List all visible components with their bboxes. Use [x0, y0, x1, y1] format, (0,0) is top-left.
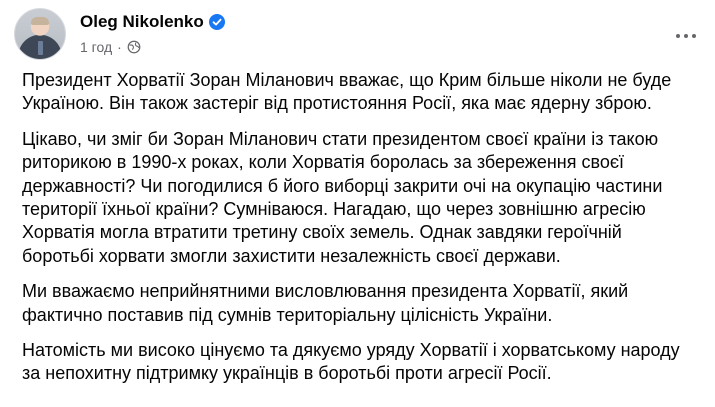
more-dot — [676, 34, 680, 38]
text-line: Ми вважаємо неприйнятними висловлювання … — [22, 281, 629, 302]
text-line: риторикою в 1990-х роках, коли Хорватія … — [22, 152, 625, 173]
text-line: фактично поставив під сумнів територіаль… — [22, 304, 553, 325]
text-line: Цікаво, чи зміг би Зоран Міланович стати… — [22, 128, 659, 149]
more-dot — [684, 34, 688, 38]
text-line: державності? Чи погодилися б його виборц… — [22, 175, 663, 196]
globe-icon[interactable] — [127, 40, 141, 54]
avatar-tie — [38, 41, 43, 55]
text-line: Натомість ми високо цінуємо та дякуємо у… — [22, 340, 680, 361]
avatar-hair — [31, 17, 49, 25]
post-paragraph: Натомість ми високо цінуємо та дякуємо у… — [22, 339, 707, 386]
post-paragraph: Ми вважаємо неприйнятними висловлювання … — [22, 280, 707, 327]
post-header: Oleg Nikolenko 1 год · — [14, 8, 704, 60]
post-paragraph: Президент Хорватії Зоран Міланович вважа… — [22, 69, 707, 116]
author-avatar[interactable] — [14, 8, 66, 60]
text-line: території їхньої країни? Сумніваюся. Наг… — [22, 199, 646, 220]
facebook-post: Oleg Nikolenko 1 год · Президент Хорваті… — [0, 0, 715, 407]
meta-separator: · — [117, 39, 122, 55]
post-timestamp[interactable]: 1 год — [80, 39, 112, 55]
text-line: боротьбі хорвати змогли захистити незале… — [22, 245, 561, 266]
post-meta: 1 год · — [80, 38, 141, 56]
text-line: Україною. Він також застеріг від протист… — [22, 93, 652, 114]
author-name[interactable]: Oleg Nikolenko — [80, 12, 204, 32]
more-options-icon[interactable] — [668, 18, 704, 54]
post-paragraph: Цікаво, чи зміг би Зоран Міланович стати… — [22, 128, 707, 268]
text-line: за непохитну підтримку українців в борот… — [22, 363, 552, 384]
text-line: Хорватія могла втратити третину своїх зе… — [22, 222, 622, 243]
verified-badge-icon — [208, 14, 225, 30]
more-dot — [692, 34, 696, 38]
author-name-row: Oleg Nikolenko — [80, 10, 225, 34]
post-text: Президент Хорватії Зоран Міланович вважа… — [22, 69, 707, 398]
text-line: Президент Хорватії Зоран Міланович вважа… — [22, 70, 672, 90]
